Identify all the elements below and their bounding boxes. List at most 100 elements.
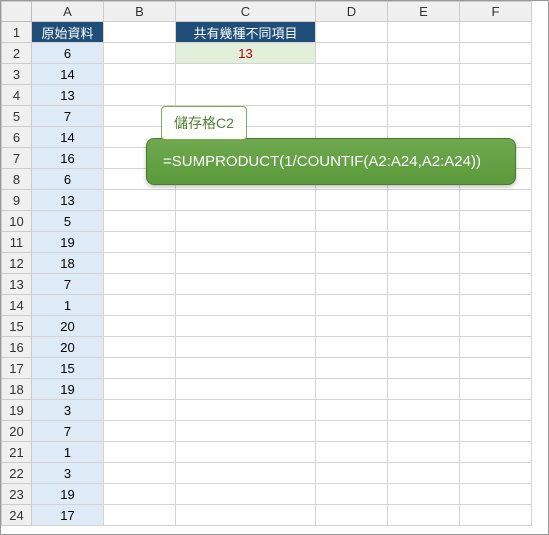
cell-B9[interactable] (104, 190, 176, 211)
cell-C9[interactable] (176, 190, 316, 211)
cell-C14[interactable] (176, 295, 316, 316)
cell-A10[interactable]: 5 (32, 211, 104, 232)
cell-D3[interactable] (316, 64, 388, 85)
select-all-corner[interactable] (2, 2, 32, 22)
cell-B21[interactable] (104, 442, 176, 463)
cell-B23[interactable] (104, 484, 176, 505)
cell-E18[interactable] (388, 379, 460, 400)
cell-E13[interactable] (388, 274, 460, 295)
row-head-15[interactable]: 15 (2, 316, 32, 337)
cell-A1[interactable]: 原始資料 (32, 22, 104, 43)
cell-A14[interactable]: 1 (32, 295, 104, 316)
cell-D17[interactable] (316, 358, 388, 379)
row-head-6[interactable]: 6 (2, 127, 32, 148)
cell-D9[interactable] (316, 190, 388, 211)
row-head-3[interactable]: 3 (2, 64, 32, 85)
cell-D22[interactable] (316, 463, 388, 484)
cell-C3[interactable] (176, 64, 316, 85)
cell-C20[interactable] (176, 421, 316, 442)
row-head-1[interactable]: 1 (2, 22, 32, 43)
row-head-22[interactable]: 22 (2, 463, 32, 484)
cell-C15[interactable] (176, 316, 316, 337)
cell-B1[interactable] (104, 22, 176, 43)
cell-A3[interactable]: 14 (32, 64, 104, 85)
cell-B4[interactable] (104, 85, 176, 106)
cell-E19[interactable] (388, 400, 460, 421)
cell-A23[interactable]: 19 (32, 484, 104, 505)
cell-B18[interactable] (104, 379, 176, 400)
row-head-24[interactable]: 24 (2, 505, 32, 526)
cell-E9[interactable] (388, 190, 460, 211)
cell-E14[interactable] (388, 295, 460, 316)
cell-F2[interactable] (460, 43, 532, 64)
cell-A17[interactable]: 15 (32, 358, 104, 379)
cell-D15[interactable] (316, 316, 388, 337)
row-head-11[interactable]: 11 (2, 232, 32, 253)
cell-F18[interactable] (460, 379, 532, 400)
cell-F13[interactable] (460, 274, 532, 295)
cell-D20[interactable] (316, 421, 388, 442)
cell-D23[interactable] (316, 484, 388, 505)
cell-E17[interactable] (388, 358, 460, 379)
cell-A22[interactable]: 3 (32, 463, 104, 484)
col-head-A[interactable]: A (32, 2, 104, 22)
cell-D14[interactable] (316, 295, 388, 316)
cell-A15[interactable]: 20 (32, 316, 104, 337)
col-head-D[interactable]: D (316, 2, 388, 22)
cell-F20[interactable] (460, 421, 532, 442)
cell-C1[interactable]: 共有幾種不同項目 (176, 22, 316, 43)
row-head-7[interactable]: 7 (2, 148, 32, 169)
cell-C22[interactable] (176, 463, 316, 484)
cell-E1[interactable] (388, 22, 460, 43)
cell-D18[interactable] (316, 379, 388, 400)
row-head-18[interactable]: 18 (2, 379, 32, 400)
cell-E20[interactable] (388, 421, 460, 442)
cell-C24[interactable] (176, 505, 316, 526)
cell-A18[interactable]: 19 (32, 379, 104, 400)
cell-D12[interactable] (316, 253, 388, 274)
cell-D2[interactable] (316, 43, 388, 64)
cell-A16[interactable]: 20 (32, 337, 104, 358)
cell-B2[interactable] (104, 43, 176, 64)
row-head-17[interactable]: 17 (2, 358, 32, 379)
cell-B22[interactable] (104, 463, 176, 484)
cell-B3[interactable] (104, 64, 176, 85)
cell-C2[interactable]: 13 (176, 43, 316, 64)
cell-A21[interactable]: 1 (32, 442, 104, 463)
cell-A8[interactable]: 6 (32, 169, 104, 190)
cell-F4[interactable] (460, 85, 532, 106)
cell-D11[interactable] (316, 232, 388, 253)
cell-B20[interactable] (104, 421, 176, 442)
row-head-13[interactable]: 13 (2, 274, 32, 295)
cell-E11[interactable] (388, 232, 460, 253)
cell-F24[interactable] (460, 505, 532, 526)
cell-A9[interactable]: 13 (32, 190, 104, 211)
row-head-5[interactable]: 5 (2, 106, 32, 127)
col-head-B[interactable]: B (104, 2, 176, 22)
cell-A20[interactable]: 7 (32, 421, 104, 442)
cell-B15[interactable] (104, 316, 176, 337)
cell-D19[interactable] (316, 400, 388, 421)
cell-F23[interactable] (460, 484, 532, 505)
row-head-16[interactable]: 16 (2, 337, 32, 358)
cell-E10[interactable] (388, 211, 460, 232)
row-head-2[interactable]: 2 (2, 43, 32, 64)
cell-E12[interactable] (388, 253, 460, 274)
cell-C19[interactable] (176, 400, 316, 421)
cell-F9[interactable] (460, 190, 532, 211)
cell-A2[interactable]: 6 (32, 43, 104, 64)
cell-B14[interactable] (104, 295, 176, 316)
cell-F21[interactable] (460, 442, 532, 463)
row-head-10[interactable]: 10 (2, 211, 32, 232)
cell-E16[interactable] (388, 337, 460, 358)
row-head-8[interactable]: 8 (2, 169, 32, 190)
cell-C10[interactable] (176, 211, 316, 232)
row-head-19[interactable]: 19 (2, 400, 32, 421)
cell-F16[interactable] (460, 337, 532, 358)
cell-A11[interactable]: 19 (32, 232, 104, 253)
cell-B16[interactable] (104, 337, 176, 358)
cell-F14[interactable] (460, 295, 532, 316)
cell-A24[interactable]: 17 (32, 505, 104, 526)
cell-C18[interactable] (176, 379, 316, 400)
cell-C23[interactable] (176, 484, 316, 505)
